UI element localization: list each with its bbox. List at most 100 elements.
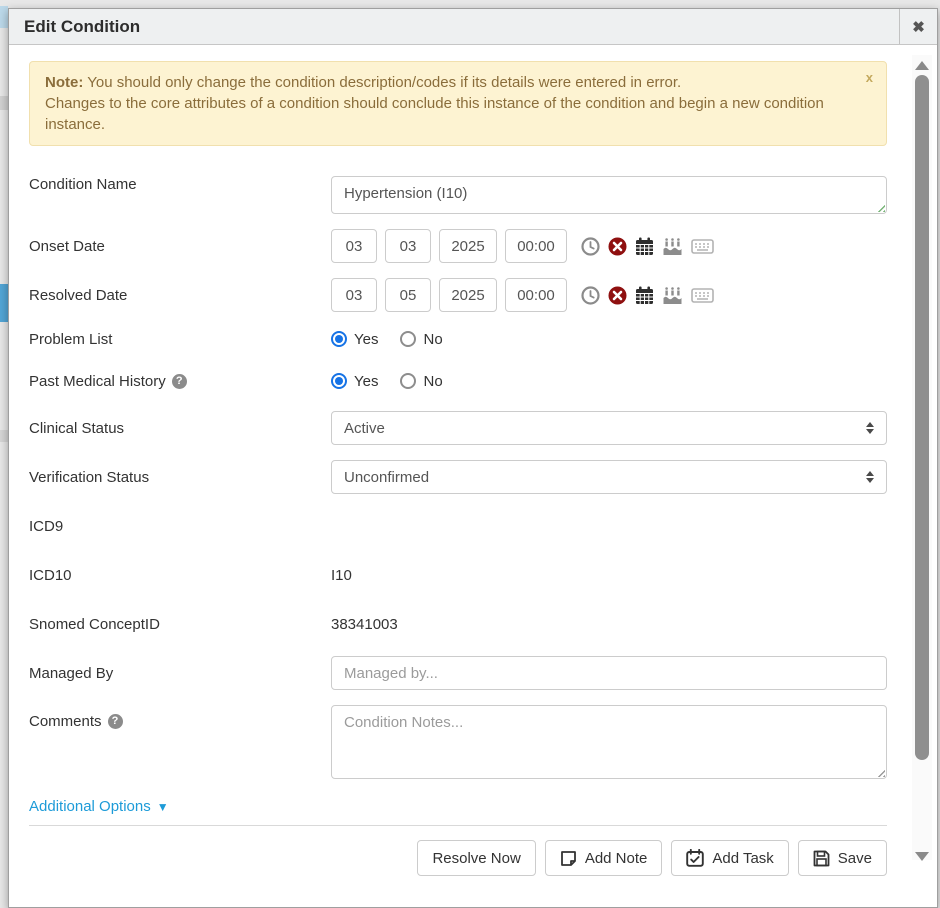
note-line1-text: You should only change the condition des… bbox=[83, 74, 681, 91]
problem-list-no-radio[interactable]: No bbox=[400, 331, 442, 348]
problem-list-label: Problem List bbox=[29, 331, 331, 348]
comments-label-text: Comments bbox=[29, 713, 102, 730]
icd10-row: ICD10 I10 bbox=[29, 558, 887, 592]
note-dismiss-icon[interactable]: x bbox=[866, 71, 873, 84]
resolve-now-button[interactable]: Resolve Now bbox=[417, 840, 535, 876]
save-icon bbox=[813, 850, 830, 867]
managed-by-input[interactable] bbox=[331, 656, 887, 690]
radio-unchecked-icon[interactable] bbox=[400, 373, 416, 389]
scroll-up-arrow-icon[interactable] bbox=[915, 61, 929, 70]
clear-circle-icon[interactable] bbox=[608, 286, 627, 305]
radio-unchecked-icon[interactable] bbox=[400, 331, 416, 347]
birthday-cake-icon[interactable] bbox=[662, 237, 683, 256]
add-task-button[interactable]: Add Task bbox=[671, 840, 788, 876]
modal-header: Edit Condition ✖ bbox=[9, 9, 937, 45]
edit-condition-modal: Edit Condition ✖ x Note: You should only… bbox=[8, 8, 938, 908]
footer-buttons: Resolve Now Add Note Add Task Save bbox=[29, 840, 887, 896]
button-label: Add Task bbox=[712, 850, 773, 867]
radio-label: No bbox=[423, 331, 442, 348]
snomed-row: Snomed ConceptID 38341003 bbox=[29, 607, 887, 641]
note-prefix: Note: bbox=[45, 74, 83, 91]
clear-circle-icon[interactable] bbox=[608, 237, 627, 256]
resolved-day-input[interactable] bbox=[385, 278, 431, 312]
calendar-check-icon bbox=[686, 849, 704, 867]
warning-note: x Note: You should only change the condi… bbox=[29, 61, 887, 146]
background-page-fragment bbox=[0, 96, 8, 110]
help-question-icon[interactable]: ? bbox=[172, 374, 187, 389]
managed-by-row: Managed By bbox=[29, 656, 887, 690]
radio-checked-icon[interactable] bbox=[331, 373, 347, 389]
onset-date-label: Onset Date bbox=[29, 238, 331, 255]
scroll-down-arrow-icon[interactable] bbox=[915, 852, 929, 861]
resolved-month-input[interactable] bbox=[331, 278, 377, 312]
button-label: Resolve Now bbox=[432, 850, 520, 867]
icd10-label: ICD10 bbox=[29, 567, 331, 584]
background-page-fragment bbox=[0, 430, 8, 442]
icd9-row: ICD9 bbox=[29, 509, 887, 543]
background-page-fragment bbox=[0, 284, 8, 322]
pmh-no-radio[interactable]: No bbox=[400, 373, 442, 390]
additional-options-link[interactable]: Additional Options ▼ bbox=[29, 798, 169, 815]
keyboard-icon[interactable] bbox=[691, 287, 714, 304]
resolved-year-input[interactable] bbox=[439, 278, 497, 312]
onset-date-row: Onset Date bbox=[29, 229, 887, 263]
radio-label: Yes bbox=[354, 373, 378, 390]
help-question-icon[interactable]: ? bbox=[108, 714, 123, 729]
past-medical-history-row: Past Medical History ? Yes No bbox=[29, 369, 887, 393]
modal-title: Edit Condition bbox=[9, 17, 899, 37]
verification-status-row: Verification Status Unconfirmed bbox=[29, 460, 887, 494]
snomed-value: 38341003 bbox=[331, 616, 398, 633]
clock-icon[interactable] bbox=[581, 286, 600, 305]
close-icon[interactable]: ✖ bbox=[899, 9, 937, 44]
onset-year-input[interactable] bbox=[439, 229, 497, 263]
button-label: Save bbox=[838, 850, 872, 867]
birthday-cake-icon[interactable] bbox=[662, 286, 683, 305]
scrollbar[interactable] bbox=[912, 55, 932, 860]
note-line-2: Changes to the core attributes of a cond… bbox=[45, 93, 848, 135]
condition-name-label: Condition Name bbox=[29, 176, 331, 193]
radio-label: No bbox=[423, 373, 442, 390]
onset-day-input[interactable] bbox=[385, 229, 431, 263]
note-line-1: Note: You should only change the conditi… bbox=[45, 72, 848, 93]
problem-list-row: Problem List Yes No bbox=[29, 327, 887, 351]
modal-body: x Note: You should only change the condi… bbox=[9, 45, 907, 896]
problem-list-yes-radio[interactable]: Yes bbox=[331, 331, 378, 348]
add-note-button[interactable]: Add Note bbox=[545, 840, 663, 876]
scrollbar-thumb[interactable] bbox=[915, 75, 929, 760]
condition-name-row: Condition Name Hypertension (I10) bbox=[29, 176, 887, 214]
radio-label: Yes bbox=[354, 331, 378, 348]
resolved-date-icons bbox=[581, 286, 714, 305]
additional-options-label: Additional Options bbox=[29, 798, 151, 815]
clinical-status-label: Clinical Status bbox=[29, 420, 331, 437]
onset-time-input[interactable] bbox=[505, 229, 567, 263]
keyboard-icon[interactable] bbox=[691, 238, 714, 255]
select-carets-icon bbox=[866, 471, 874, 483]
radio-checked-icon[interactable] bbox=[331, 331, 347, 347]
footer-divider bbox=[29, 825, 887, 826]
resolved-date-label: Resolved Date bbox=[29, 287, 331, 304]
pmh-yes-radio[interactable]: Yes bbox=[331, 373, 378, 390]
calendar-icon[interactable] bbox=[635, 237, 654, 256]
button-label: Add Note bbox=[585, 850, 648, 867]
clock-icon[interactable] bbox=[581, 237, 600, 256]
condition-name-input[interactable]: Hypertension (I10) bbox=[331, 176, 887, 214]
clinical-status-row: Clinical Status Active bbox=[29, 411, 887, 445]
calendar-icon[interactable] bbox=[635, 286, 654, 305]
clinical-status-select[interactable]: Active bbox=[331, 411, 887, 445]
save-button[interactable]: Save bbox=[798, 840, 887, 876]
verification-status-label: Verification Status bbox=[29, 469, 331, 486]
clinical-status-value: Active bbox=[344, 420, 385, 437]
past-medical-history-label: Past Medical History ? bbox=[29, 373, 331, 390]
verification-status-select[interactable]: Unconfirmed bbox=[331, 460, 887, 494]
icd10-value: I10 bbox=[331, 567, 352, 584]
onset-date-icons bbox=[581, 237, 714, 256]
managed-by-label: Managed By bbox=[29, 665, 331, 682]
sticky-note-icon bbox=[560, 850, 577, 867]
resolved-time-input[interactable] bbox=[505, 278, 567, 312]
resolved-date-row: Resolved Date bbox=[29, 278, 887, 312]
onset-month-input[interactable] bbox=[331, 229, 377, 263]
comments-label: Comments ? bbox=[29, 705, 331, 730]
comments-input[interactable] bbox=[331, 705, 887, 779]
icd9-label: ICD9 bbox=[29, 518, 331, 535]
background-page-fragment bbox=[0, 6, 8, 28]
